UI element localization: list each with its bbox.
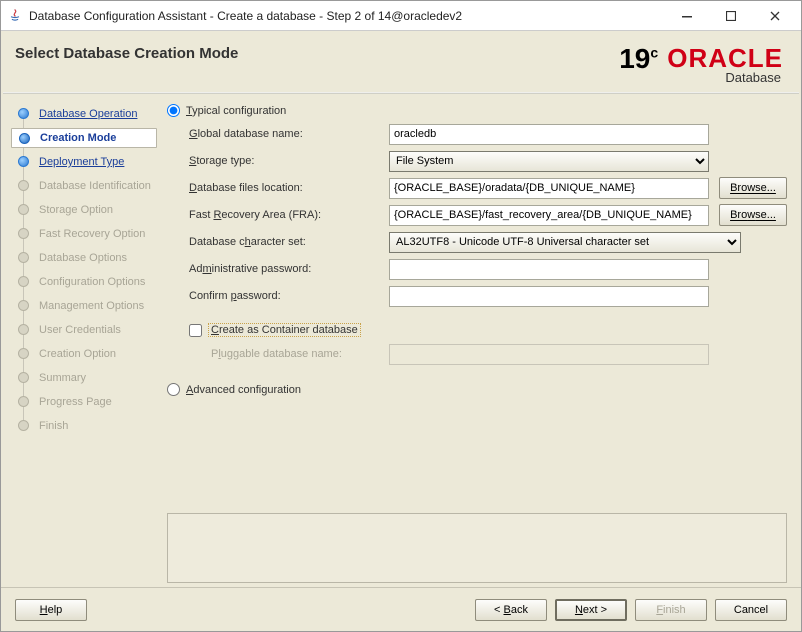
fra-input[interactable] bbox=[389, 205, 709, 226]
browse-fra-button[interactable]: Browse... bbox=[719, 204, 787, 226]
step-creation-option: Creation Option bbox=[11, 344, 157, 364]
storage-type-select[interactable]: File System bbox=[389, 151, 709, 172]
confirm-password-label: Confirm password: bbox=[189, 290, 389, 302]
close-button[interactable] bbox=[753, 2, 797, 30]
help-button[interactable]: Help bbox=[15, 599, 87, 621]
storage-type-label: Storage type: bbox=[189, 155, 389, 167]
step-finish: Finish bbox=[11, 416, 157, 436]
step-management-options: Management Options bbox=[11, 296, 157, 316]
next-button[interactable]: Next > bbox=[555, 599, 627, 621]
java-icon bbox=[7, 8, 23, 24]
files-location-label: Database files location: bbox=[189, 182, 389, 194]
brand-block: 19c ORACLE Database bbox=[619, 45, 783, 84]
step-database-identification: Database Identification bbox=[11, 176, 157, 196]
step-summary: Summary bbox=[11, 368, 157, 388]
charset-label: Database character set: bbox=[189, 236, 389, 248]
admin-password-label: Administrative password: bbox=[189, 263, 389, 275]
step-progress-page: Progress Page bbox=[11, 392, 157, 412]
advanced-configuration-radio[interactable] bbox=[167, 383, 180, 396]
message-area bbox=[167, 513, 787, 583]
step-creation-mode[interactable]: Creation Mode bbox=[11, 128, 157, 148]
step-deployment-type[interactable]: Deployment Type bbox=[11, 152, 157, 172]
wizard-steps-sidebar: Database Operation Creation Mode Deploym… bbox=[1, 94, 161, 587]
footer: Help < Back Next > Finish Cancel bbox=[1, 587, 801, 631]
finish-button: Finish bbox=[635, 599, 707, 621]
step-database-operation[interactable]: Database Operation bbox=[11, 104, 157, 124]
app-window: Database Configuration Assistant - Creat… bbox=[0, 0, 802, 632]
advanced-configuration-label[interactable]: Advanced configuration bbox=[186, 384, 301, 396]
pdb-name-input bbox=[389, 344, 709, 365]
page-title: Select Database Creation Mode bbox=[15, 45, 238, 62]
cancel-button[interactable]: Cancel bbox=[715, 599, 787, 621]
step-database-options: Database Options bbox=[11, 248, 157, 268]
back-button[interactable]: < Back bbox=[475, 599, 547, 621]
header: Select Database Creation Mode 19c ORACLE… bbox=[1, 31, 801, 92]
files-location-input[interactable] bbox=[389, 178, 709, 199]
oracle-logo: ORACLE bbox=[667, 43, 783, 73]
minimize-button[interactable] bbox=[665, 2, 709, 30]
window-title: Database Configuration Assistant - Creat… bbox=[29, 9, 665, 23]
browse-files-location-button[interactable]: Browse... bbox=[719, 177, 787, 199]
create-container-label[interactable]: Create as Container database bbox=[211, 324, 358, 336]
pdb-name-label: Pluggable database name: bbox=[211, 348, 389, 360]
step-user-credentials: User Credentials bbox=[11, 320, 157, 340]
typical-configuration-label[interactable]: Typical configuration bbox=[186, 105, 286, 117]
charset-select[interactable]: AL32UTF8 - Unicode UTF-8 Universal chara… bbox=[389, 232, 741, 253]
main-panel: Typical configuration Global database na… bbox=[161, 94, 801, 587]
typical-configuration-radio[interactable] bbox=[167, 104, 180, 117]
global-db-name-input[interactable] bbox=[389, 124, 709, 145]
step-fast-recovery-option: Fast Recovery Option bbox=[11, 224, 157, 244]
global-db-name-label: Global database name: bbox=[189, 128, 389, 140]
maximize-button[interactable] bbox=[709, 2, 753, 30]
create-container-checkbox[interactable] bbox=[189, 324, 202, 337]
step-configuration-options: Configuration Options bbox=[11, 272, 157, 292]
titlebar: Database Configuration Assistant - Creat… bbox=[1, 1, 801, 31]
admin-password-input[interactable] bbox=[389, 259, 709, 280]
confirm-password-input[interactable] bbox=[389, 286, 709, 307]
step-storage-option: Storage Option bbox=[11, 200, 157, 220]
fra-label: Fast Recovery Area (FRA): bbox=[189, 209, 389, 221]
